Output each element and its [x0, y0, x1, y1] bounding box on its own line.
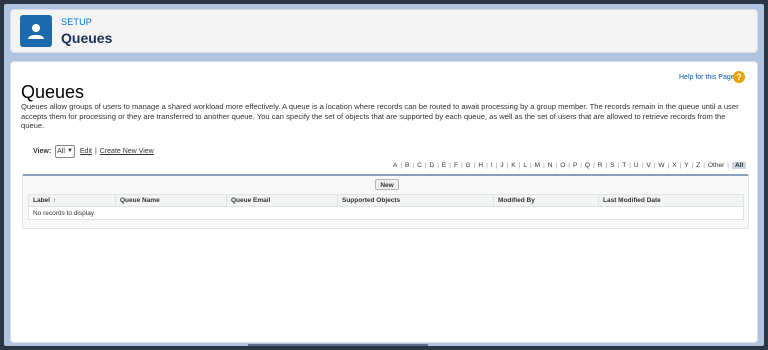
- new-button[interactable]: New: [375, 179, 399, 190]
- alpha-filter-b[interactable]: B: [403, 162, 411, 169]
- chevron-down-icon: ▼: [66, 148, 73, 154]
- alpha-filter-y[interactable]: Y: [682, 162, 690, 169]
- breadcrumb-setup: SETUP: [61, 17, 93, 27]
- alpha-filter-d[interactable]: D: [428, 162, 437, 169]
- column-header-last-modified-date[interactable]: Last Modified Date: [598, 194, 744, 207]
- alpha-filter-q[interactable]: Q: [583, 162, 592, 169]
- alpha-filter-all[interactable]: All: [731, 161, 747, 169]
- alpha-filter-e[interactable]: E: [440, 162, 448, 169]
- view-selector-row: View: All ▼ Edit | Create New View: [33, 144, 154, 158]
- page-description: Queues allow groups of users to manage a…: [21, 102, 739, 131]
- alpha-filter-other[interactable]: Other: [706, 162, 726, 169]
- column-header-queue-email[interactable]: Queue Email: [226, 194, 338, 207]
- queues-table: Label ↑ Queue Name Queue Email Supported …: [28, 194, 744, 220]
- page-title: Queues: [21, 82, 85, 103]
- alpha-filter-w[interactable]: W: [656, 162, 666, 169]
- alpha-filter-t[interactable]: T: [620, 162, 628, 169]
- alpha-filter-s[interactable]: S: [608, 162, 616, 169]
- view-link-separator: |: [94, 147, 97, 155]
- alpha-separator: |: [727, 161, 729, 169]
- window-scroll-strip: [248, 344, 428, 346]
- alpha-filter-h[interactable]: H: [476, 162, 485, 169]
- list-container: New Label ↑ Queue Name Queue Email Suppor…: [22, 174, 749, 229]
- alpha-filter-f[interactable]: F: [452, 162, 460, 169]
- create-new-view-link[interactable]: Create New View: [100, 148, 154, 155]
- alpha-filter-z[interactable]: Z: [694, 162, 702, 169]
- alpha-filter-u[interactable]: U: [632, 162, 641, 169]
- alpha-filter-k[interactable]: K: [509, 162, 517, 169]
- alpha-filter-j[interactable]: J: [498, 162, 505, 169]
- alpha-filter-m[interactable]: M: [533, 162, 542, 169]
- sort-ascending-icon: ↑: [52, 198, 56, 204]
- view-label: View:: [33, 147, 52, 155]
- alpha-filter-v[interactable]: V: [644, 162, 652, 169]
- column-header-label[interactable]: Label ↑: [28, 194, 116, 207]
- alpha-filter-p[interactable]: P: [571, 162, 579, 169]
- view-selected-value: All: [57, 147, 65, 155]
- alpha-filter-n[interactable]: N: [546, 162, 555, 169]
- column-header-modified-by[interactable]: Modified By: [493, 194, 599, 207]
- page-header: SETUP Queues: [10, 9, 758, 53]
- header-title: Queues: [61, 30, 113, 46]
- column-header-supported-objects[interactable]: Supported Objects: [337, 194, 494, 207]
- alpha-filter-o[interactable]: O: [558, 162, 567, 169]
- user-icon: [20, 15, 52, 47]
- alphabet-filter: A | B | C | D | E | F | G | H | I | J | K | L | M | N | O | P | Q | R | S | T |…: [391, 160, 747, 170]
- empty-message: No records to display.: [28, 206, 744, 220]
- help-link[interactable]: Help for this Page: [679, 74, 735, 81]
- main-panel: Queues Help for this Page ? Queues allow…: [10, 61, 758, 343]
- table-header-row: Label ↑ Queue Name Queue Email Supported …: [28, 194, 744, 207]
- alpha-filter-x[interactable]: X: [670, 162, 678, 169]
- view-select[interactable]: All ▼: [55, 144, 75, 158]
- help-icon[interactable]: ?: [733, 71, 745, 83]
- alpha-filter-l[interactable]: L: [521, 162, 529, 169]
- alpha-filter-g[interactable]: G: [464, 162, 473, 169]
- column-header-queue-name[interactable]: Queue Name: [115, 194, 227, 207]
- alpha-filter-a[interactable]: A: [391, 162, 399, 169]
- app-window: SETUP Queues Queues Help for this Page ?…: [4, 4, 764, 346]
- edit-view-link[interactable]: Edit: [80, 148, 92, 155]
- alpha-filter-r[interactable]: R: [596, 162, 605, 169]
- table-row: No records to display.: [28, 206, 744, 220]
- alpha-filter-c[interactable]: C: [415, 162, 424, 169]
